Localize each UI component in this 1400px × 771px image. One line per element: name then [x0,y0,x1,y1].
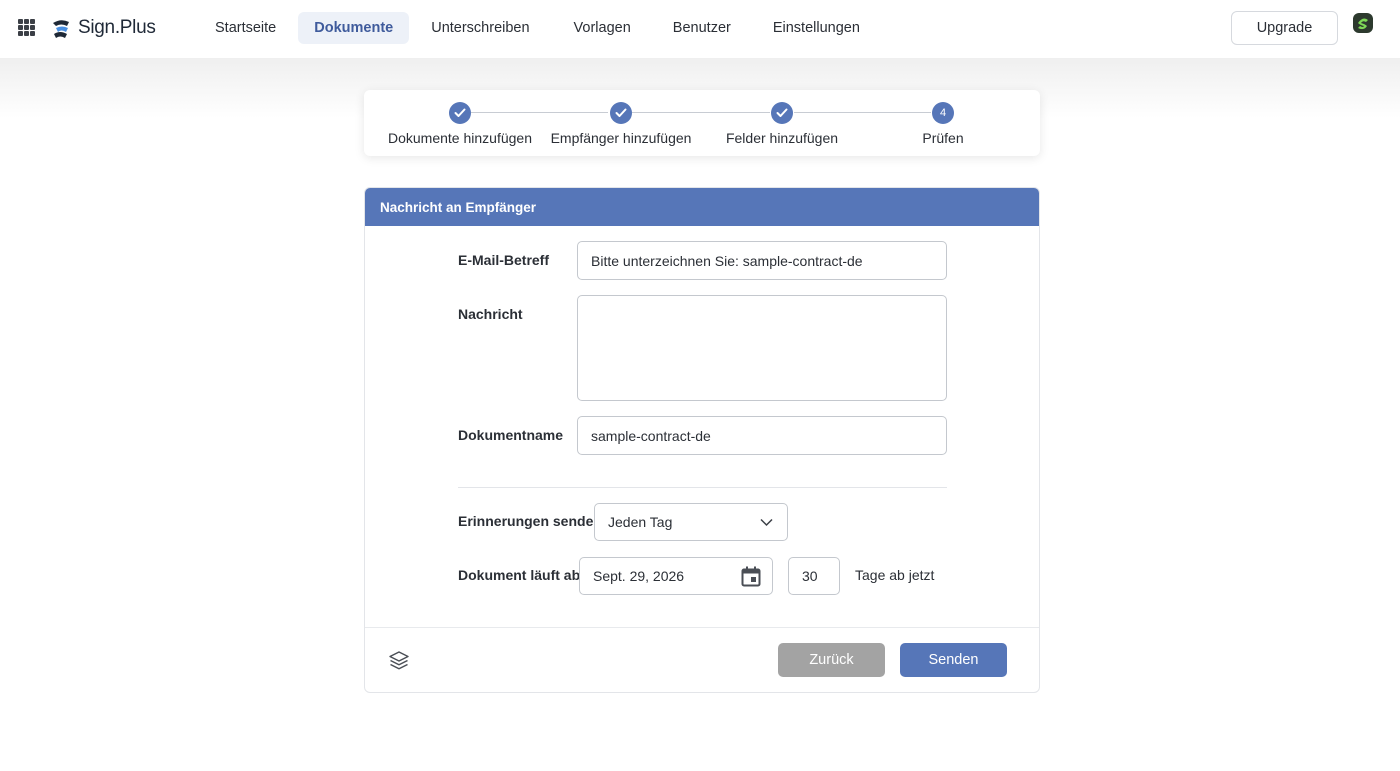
expiry-date-input[interactable]: Sept. 29, 2026 [579,557,773,595]
step-1-check-icon [449,102,471,124]
document-name-input[interactable]: sample-contract-de [577,416,947,455]
reminder-select[interactable]: Jeden Tag [594,503,788,541]
expiry-days-suffix: Tage ab jetzt [855,567,935,583]
expiry-date-value: Sept. 29, 2026 [593,568,685,584]
step-2-check-icon [610,102,632,124]
subject-label: E-Mail-Betreff [458,252,550,268]
layers-icon[interactable] [388,650,410,672]
reminder-value: Jeden Tag [608,514,673,530]
nav-startseite[interactable]: Startseite [199,12,292,44]
upgrade-button[interactable]: Upgrade [1231,11,1338,45]
nav-dokumente[interactable]: Dokumente [298,12,410,44]
step-connector [794,112,931,113]
step-3-check-icon [771,102,793,124]
app-name: Sign.Plus [78,17,156,38]
step-label: Empfänger hinzufügen [550,130,692,146]
message-textarea[interactable] [577,295,947,401]
send-button[interactable]: Senden [900,643,1007,677]
main-nav: Startseite Dokumente Unterschreiben Vorl… [199,12,882,44]
back-button[interactable]: Zurück [778,643,885,677]
step-label: Prüfen [922,130,964,146]
top-navigation-bar: Sign.Plus Startseite Dokumente Unterschr… [0,0,1400,58]
avatar-icon[interactable] [1352,12,1374,34]
step-connector [632,112,770,113]
step-connector [471,112,608,113]
reminder-label: Erinnerungen senden [458,513,602,529]
nav-einstellungen[interactable]: Einstellungen [757,12,876,44]
expires-label: Dokument läuft ab [458,567,581,583]
chevron-down-icon [760,518,773,527]
step-label: Felder hinzufügen [725,130,839,146]
footer-separator [365,627,1039,628]
expiry-days-input[interactable]: 30 [788,557,840,595]
app-logo[interactable]: Sign.Plus [50,15,156,41]
nav-benutzer[interactable]: Benutzer [657,12,747,44]
nav-unterschreiben[interactable]: Unterschreiben [415,12,545,44]
sign-plus-logo-icon [53,20,69,38]
progress-stepper: 4 Dokumente hinzufügen Empfänger hinzufü… [364,90,1040,156]
apps-grid-icon[interactable] [18,19,35,36]
message-form-card: Nachricht an Empfänger E-Mail-Betreff Bi… [364,187,1040,693]
form-divider [458,487,947,488]
subject-input[interactable]: Bitte unterzeichnen Sie: sample-contract… [577,241,947,280]
card-header-title: Nachricht an Empfänger [365,188,1039,226]
document-name-label: Dokumentname [458,427,564,443]
calendar-icon[interactable] [741,566,761,587]
message-label: Nachricht [458,306,523,322]
step-label: Dokumente hinzufügen [388,130,532,146]
nav-vorlagen[interactable]: Vorlagen [558,12,647,44]
step-4-number: 4 [932,102,954,124]
